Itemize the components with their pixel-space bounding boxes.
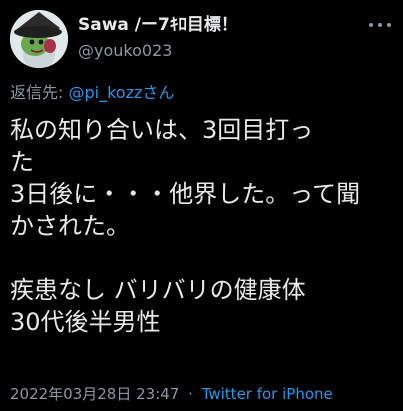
avatar-image [10,10,68,68]
reply-to-line: 返信先: @pi_kozzさん [10,82,174,104]
tweet-text-line: 私の知り合いは、3回目打っ [10,116,314,144]
more-horizontal-icon [369,23,373,27]
reply-to-prefix: 返信先: [10,83,64,102]
more-horizontal-icon-dot [387,23,391,27]
author-display-name[interactable]: Sawa /ー7ｷﾛ目標！ [78,14,238,36]
tweet-text-line: た [10,148,34,176]
tweet-timestamp[interactable]: 2022年03月28日 23:47 [10,385,179,403]
tweet-text-line: 疾患なし バリバリの健康体 [10,276,306,304]
tweet-text-line: かされた。 [10,212,130,240]
reply-mention-link[interactable]: @pi_kozzさん [69,83,175,102]
tweet-card: Sawa /ー7ｷﾛ目標！ @youko023 返信先: @pi_kozzさん … [0,0,403,411]
avatar[interactable] [10,10,68,68]
tweet-text-line: 30代後半男性 [10,308,161,336]
tweet-meta: 2022年03月28日 23:47 · Twitter for iPhone [10,384,333,404]
meta-separator: · [188,385,193,403]
author-block: Sawa /ー7ｷﾛ目標！ @youko023 [78,14,238,62]
tweet-source-link[interactable]: Twitter for iPhone [202,385,333,403]
more-horizontal-icon-dot [378,23,382,27]
tweet-header: Sawa /ー7ｷﾛ目標！ @youko023 [10,10,393,68]
more-options-button[interactable] [369,18,391,32]
tweet-text-line: 3日後に・・・他界した。って聞 [10,180,361,208]
author-handle[interactable]: @youko023 [78,40,238,62]
tweet-text: 私の知り合いは、3回目打っ た 3日後に・・・他界した。って聞 かされた。 疾患… [10,114,396,338]
